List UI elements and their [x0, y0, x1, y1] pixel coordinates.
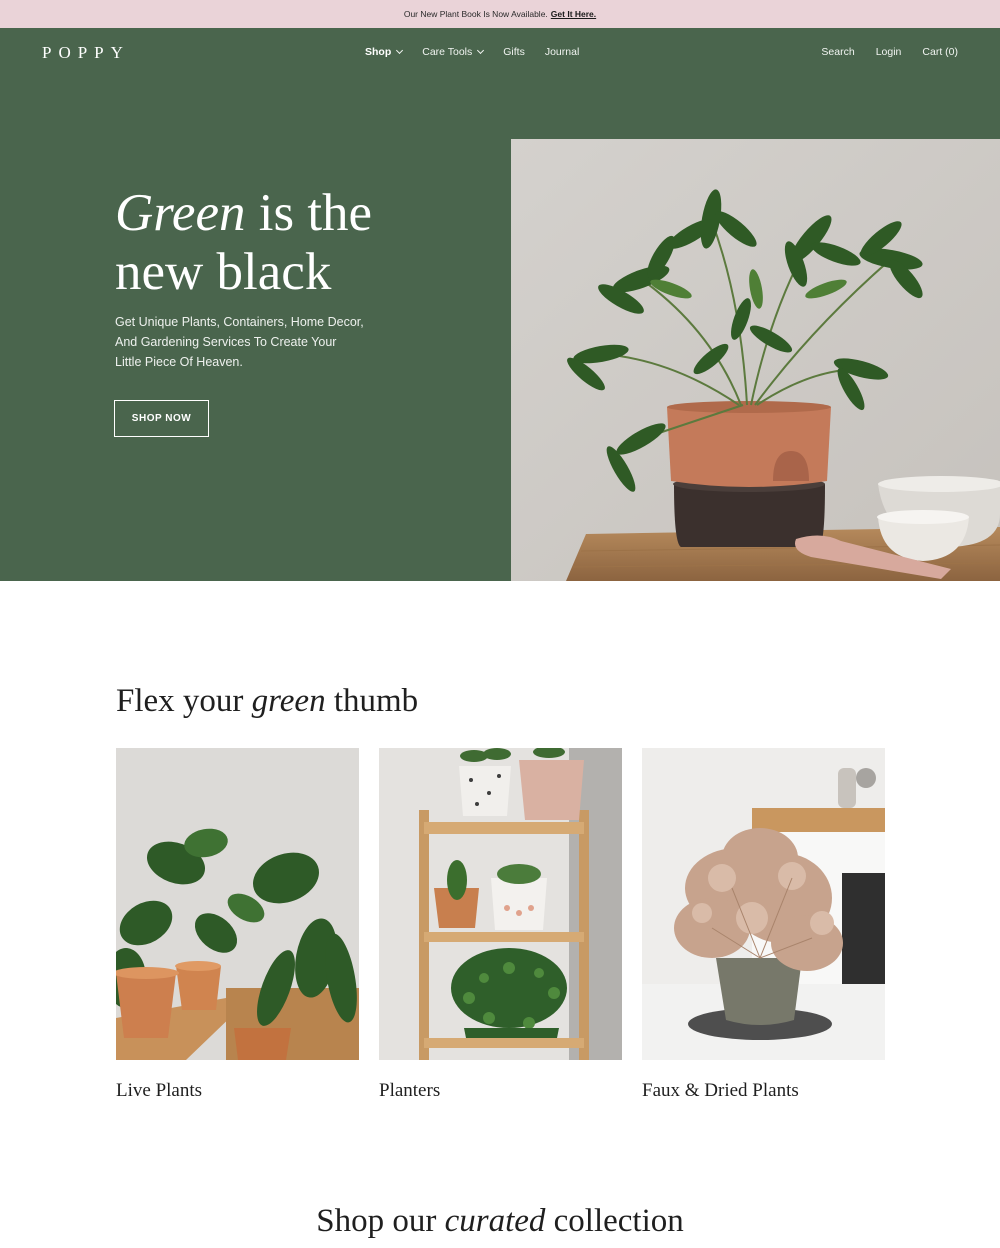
category-card-faux-dried[interactable]: Faux & Dried Plants [642, 748, 885, 1102]
nav-item-gifts[interactable]: Gifts [503, 46, 525, 58]
faux-dried-illustration [642, 748, 885, 1060]
nav-item-label: Journal [544, 46, 580, 58]
main-nav: Shop Care Tools Gifts Journal [365, 46, 599, 58]
cart-link[interactable]: Cart (0) [922, 46, 958, 58]
chevron-down-icon [396, 46, 404, 55]
announcement-text: Our New Plant Book Is Now Available. [403, 9, 548, 19]
hero-title-line2: new black [115, 243, 332, 301]
collection-title-em: curated [444, 1203, 546, 1239]
chevron-down-icon [477, 46, 485, 55]
nav-item-journal[interactable]: Journal [545, 46, 579, 58]
categories-title-em: green [251, 683, 326, 719]
hero-plant-illustration [511, 139, 1000, 581]
live-plants-illustration [116, 748, 359, 1060]
header-actions: Search Login Cart (0) [800, 46, 958, 58]
hero-title: Green is the new black [115, 184, 475, 302]
brand-logo[interactable]: POPPY [42, 43, 130, 63]
collection-title-post: collection [553, 1203, 684, 1239]
hero-title-emphasis: Green [115, 184, 246, 242]
nav-item-label: Gifts [503, 46, 525, 58]
categories-title: Flex your green thumb [116, 683, 418, 720]
login-link[interactable]: Login [876, 46, 902, 58]
categories-title-pre: Flex your [116, 683, 244, 719]
categories-title-post: thumb [333, 683, 419, 719]
nav-item-shop[interactable]: Shop [365, 46, 404, 58]
planters-image[interactable] [379, 748, 622, 1060]
category-card-live-plants[interactable]: Live Plants [116, 748, 359, 1102]
category-card-planters[interactable]: Planters [379, 748, 622, 1102]
search-link[interactable]: Search [821, 46, 854, 58]
hero-plant-image [511, 139, 1000, 581]
shop-now-button[interactable]: SHOP NOW [114, 400, 209, 437]
category-label[interactable]: Live Plants [116, 1080, 359, 1102]
nav-item-label: Care Tools [422, 46, 473, 58]
hero-subtitle: Get Unique Plants, Containers, Home Deco… [115, 315, 364, 369]
category-label[interactable]: Faux & Dried Plants [642, 1080, 885, 1102]
hero-title-rest: is the [258, 184, 373, 242]
faux-dried-image[interactable] [642, 748, 885, 1060]
category-label[interactable]: Planters [379, 1080, 622, 1102]
nav-item-care-tools[interactable]: Care Tools [422, 46, 485, 58]
planters-illustration [379, 748, 622, 1060]
announcement-link[interactable]: Get It Here. [551, 9, 596, 19]
collection-title-pre: Shop our [316, 1203, 437, 1239]
live-plants-image[interactable] [116, 748, 359, 1060]
nav-item-label: Shop [365, 46, 392, 58]
collection-title: Shop our curated collection [0, 1203, 1000, 1240]
announcement-bar: Our New Plant Book Is Now Available. Get… [0, 0, 1000, 28]
hero-header: POPPY Shop Care Tools Gifts Journal Sear… [0, 28, 1000, 581]
